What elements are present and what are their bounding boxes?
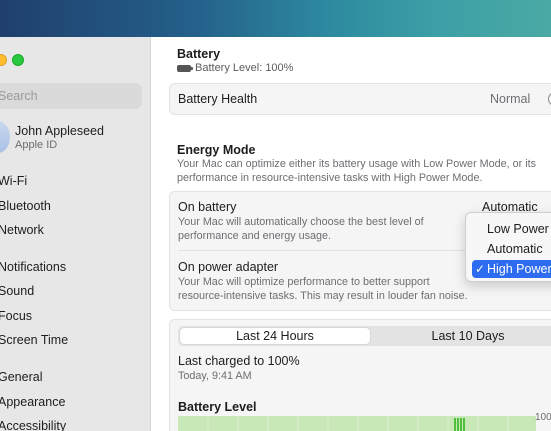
account-name: John Appleseed — [15, 124, 104, 138]
zoom-button[interactable] — [12, 54, 24, 66]
system-settings-window: Search John Appleseed Apple ID Wi-Fi Blu… — [0, 37, 551, 431]
sidebar-item-notifications[interactable]: Notifications — [0, 260, 66, 278]
battery-level-chart — [178, 416, 536, 431]
on-battery-description: Your Mac will automatically choose the b… — [178, 216, 424, 242]
last-charged-text: Last charged to 100% — [178, 354, 300, 368]
battery-usage-section: Last 24 Hours Last 10 Days Last charged … — [169, 319, 551, 431]
energy-mode-description: Your Mac can optimize either its battery… — [177, 158, 537, 184]
battery-level-title: Battery Level — [178, 400, 257, 414]
page-title: Battery — [177, 47, 221, 61]
sidebar: Search John Appleseed Apple ID Wi-Fi Blu… — [0, 37, 151, 431]
sidebar-item-general[interactable]: General — [0, 370, 42, 388]
sidebar-item-sound[interactable]: Sound — [0, 284, 34, 302]
search-placeholder: Search — [0, 89, 38, 103]
menu-item-high-power-label: High Power — [487, 262, 551, 276]
battery-level-status: Battery Level: 100% — [177, 62, 293, 74]
sidebar-item-wifi[interactable]: Wi-Fi — [0, 174, 27, 192]
tab-last-10-days[interactable]: Last 10 Days — [378, 328, 551, 344]
desktop-wallpaper — [0, 0, 551, 37]
sidebar-item-accessibility[interactable]: Accessibility — [0, 419, 66, 431]
sidebar-item-network[interactable]: Network — [0, 223, 44, 241]
on-power-adapter-description: Your Mac will optimize performance to be… — [178, 276, 468, 302]
battery-level-fill — [178, 416, 536, 431]
last-charged-time: Today, 9:41 AM — [178, 370, 252, 382]
account-subtitle: Apple ID — [15, 139, 58, 151]
energy-mode-popup-menu: Low Power Automatic ✓ High Power — [465, 212, 551, 282]
on-battery-label: On battery — [178, 200, 237, 214]
menu-item-high-power[interactable]: ✓ High Power — [472, 260, 551, 278]
sidebar-item-bluetooth[interactable]: Bluetooth — [0, 199, 51, 217]
energy-mode-title: Energy Mode — [177, 143, 256, 157]
avatar — [0, 121, 10, 153]
battery-level-text: Battery Level: 100% — [195, 62, 294, 74]
menu-item-low-power[interactable]: Low Power — [472, 220, 551, 238]
sidebar-item-focus[interactable]: Focus — [0, 309, 32, 327]
battery-health-value: Normal — [490, 92, 531, 106]
battery-health-label: Battery Health — [178, 92, 258, 106]
time-range-segmented-control: Last 24 Hours Last 10 Days — [178, 326, 551, 346]
battery-icon — [177, 64, 193, 72]
battery-health-row: Battery Health Normal — [169, 83, 551, 115]
sidebar-item-screen-time[interactable]: Screen Time — [0, 333, 68, 351]
apple-id-account[interactable]: John Appleseed Apple ID — [0, 121, 150, 155]
search-field[interactable]: Search — [0, 83, 142, 109]
menu-item-automatic[interactable]: Automatic — [472, 240, 551, 258]
minimize-button[interactable] — [0, 54, 7, 66]
battery-pane: Battery Battery Level: 100% Battery Heal… — [151, 37, 551, 431]
chart-axis-100-label: 100 — [535, 412, 551, 423]
on-power-adapter-label: On power adapter — [178, 260, 279, 274]
sidebar-item-appearance[interactable]: Appearance — [0, 395, 65, 413]
checkmark-icon: ✓ — [475, 262, 486, 276]
tab-last-24-hours[interactable]: Last 24 Hours — [180, 328, 370, 344]
